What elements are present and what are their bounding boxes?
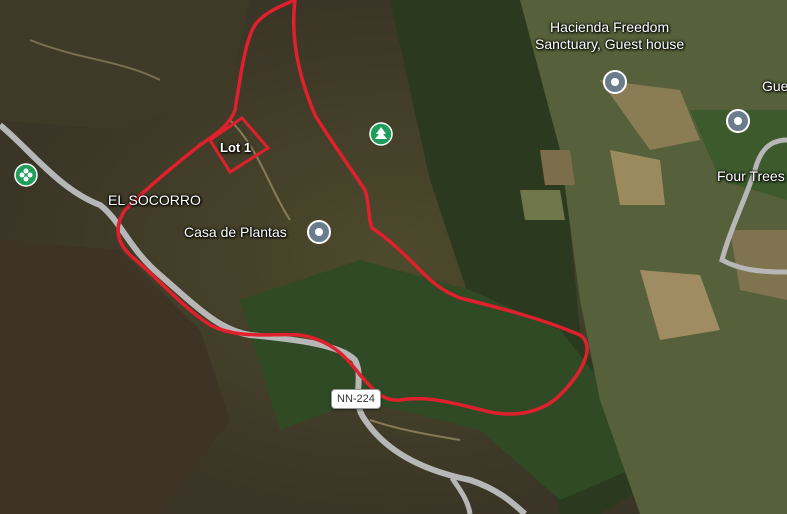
place-label-hacienda[interactable]: Hacienda Freedom Sanctuary, Guest house: [535, 19, 684, 53]
tree-icon[interactable]: [369, 122, 393, 146]
lot1-label[interactable]: Lot 1: [220, 139, 251, 156]
place-label-four-trees[interactable]: Four Trees: [717, 168, 785, 185]
property-boundary: [116, 0, 589, 416]
place-label-guest-partial[interactable]: Gue: [762, 78, 787, 95]
hacienda-line1: Hacienda Freedom: [550, 19, 670, 35]
pin-icon[interactable]: [603, 70, 627, 94]
place-label-el-socorro[interactable]: EL SOCORRO: [108, 192, 201, 209]
flower-poi-icon[interactable]: [14, 163, 38, 187]
hacienda-line2: Sanctuary, Guest house: [535, 36, 685, 52]
pin-icon[interactable]: [726, 109, 750, 133]
road-shield-nn224[interactable]: NN-224: [331, 389, 381, 409]
satellite-map[interactable]: Hacienda Freedom Sanctuary, Guest house …: [0, 0, 787, 514]
place-label-casa-de-plantas[interactable]: Casa de Plantas: [184, 224, 287, 241]
pin-icon[interactable]: [307, 220, 331, 244]
